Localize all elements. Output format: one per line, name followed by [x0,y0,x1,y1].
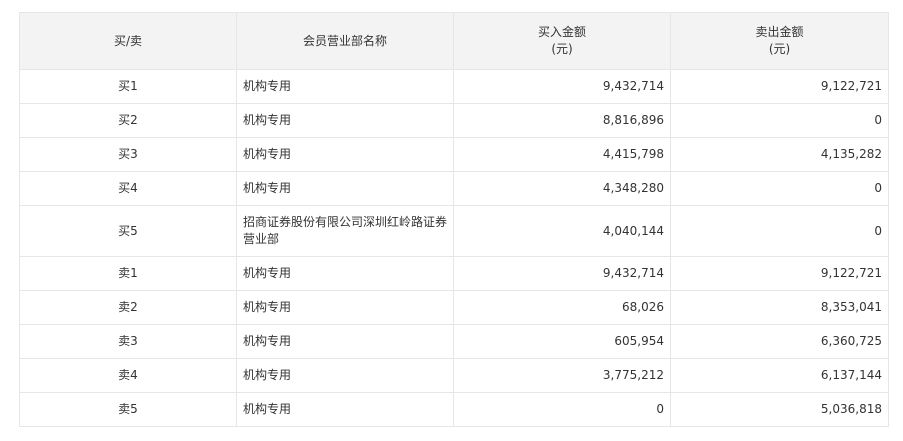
cell-member-name: 机构专用 [236,103,454,138]
cell-side: 买5 [19,205,237,257]
cell-sell-amount: 6,137,144 [670,358,889,393]
cell-sell-amount: 6,360,725 [670,324,889,359]
cell-member-name: 机构专用 [236,137,454,172]
cell-member-name: 招商证券股份有限公司深圳红岭路证券营业部 [236,205,454,257]
trading-seats-table: 买/卖 会员营业部名称 买入金额 (元) 卖出金额 (元) 买1 机构专用 9,… [19,12,889,427]
cell-buy-amount: 8,816,896 [453,103,671,138]
table-header-row: 买/卖 会员营业部名称 买入金额 (元) 卖出金额 (元) [19,12,889,70]
cell-sell-amount: 9,122,721 [670,69,889,104]
cell-member-name: 机构专用 [236,358,454,393]
header-member-name: 会员营业部名称 [236,12,454,70]
cell-side: 买3 [19,137,237,172]
header-sell-amount: 卖出金额 (元) [670,12,889,70]
cell-buy-amount: 4,348,280 [453,171,671,206]
table-row: 买4 机构专用 4,348,280 0 [19,171,889,206]
cell-sell-amount: 4,135,282 [670,137,889,172]
cell-side: 卖5 [19,392,237,427]
cell-side: 卖2 [19,290,237,325]
table-row: 卖4 机构专用 3,775,212 6,137,144 [19,358,889,393]
cell-buy-amount: 605,954 [453,324,671,359]
cell-side: 买4 [19,171,237,206]
table-row: 买5 招商证券股份有限公司深圳红岭路证券营业部 4,040,144 0 [19,205,889,257]
cell-buy-amount: 0 [453,392,671,427]
cell-member-name: 机构专用 [236,290,454,325]
cell-buy-amount: 9,432,714 [453,256,671,291]
cell-sell-amount: 9,122,721 [670,256,889,291]
cell-buy-amount: 68,026 [453,290,671,325]
trading-seats-table-container: 买/卖 会员营业部名称 买入金额 (元) 卖出金额 (元) 买1 机构专用 9,… [19,12,889,427]
table-row: 买3 机构专用 4,415,798 4,135,282 [19,137,889,172]
cell-member-name: 机构专用 [236,256,454,291]
header-side: 买/卖 [19,12,237,70]
cell-side: 卖1 [19,256,237,291]
header-buy-amount: 买入金额 (元) [453,12,671,70]
table-row: 卖2 机构专用 68,026 8,353,041 [19,290,889,325]
cell-sell-amount: 5,036,818 [670,392,889,427]
cell-buy-amount: 9,432,714 [453,69,671,104]
cell-buy-amount: 4,415,798 [453,137,671,172]
table-row: 卖3 机构专用 605,954 6,360,725 [19,324,889,359]
cell-sell-amount: 0 [670,103,889,138]
table-row: 买1 机构专用 9,432,714 9,122,721 [19,69,889,104]
cell-side: 卖4 [19,358,237,393]
table-row: 卖1 机构专用 9,432,714 9,122,721 [19,256,889,291]
cell-sell-amount: 8,353,041 [670,290,889,325]
cell-side: 买2 [19,103,237,138]
cell-member-name: 机构专用 [236,69,454,104]
cell-member-name: 机构专用 [236,171,454,206]
cell-buy-amount: 3,775,212 [453,358,671,393]
cell-sell-amount: 0 [670,171,889,206]
cell-side: 买1 [19,69,237,104]
table-row: 买2 机构专用 8,816,896 0 [19,103,889,138]
cell-sell-amount: 0 [670,205,889,257]
cell-buy-amount: 4,040,144 [453,205,671,257]
cell-member-name: 机构专用 [236,324,454,359]
table-row: 卖5 机构专用 0 5,036,818 [19,392,889,427]
cell-member-name: 机构专用 [236,392,454,427]
cell-side: 卖3 [19,324,237,359]
